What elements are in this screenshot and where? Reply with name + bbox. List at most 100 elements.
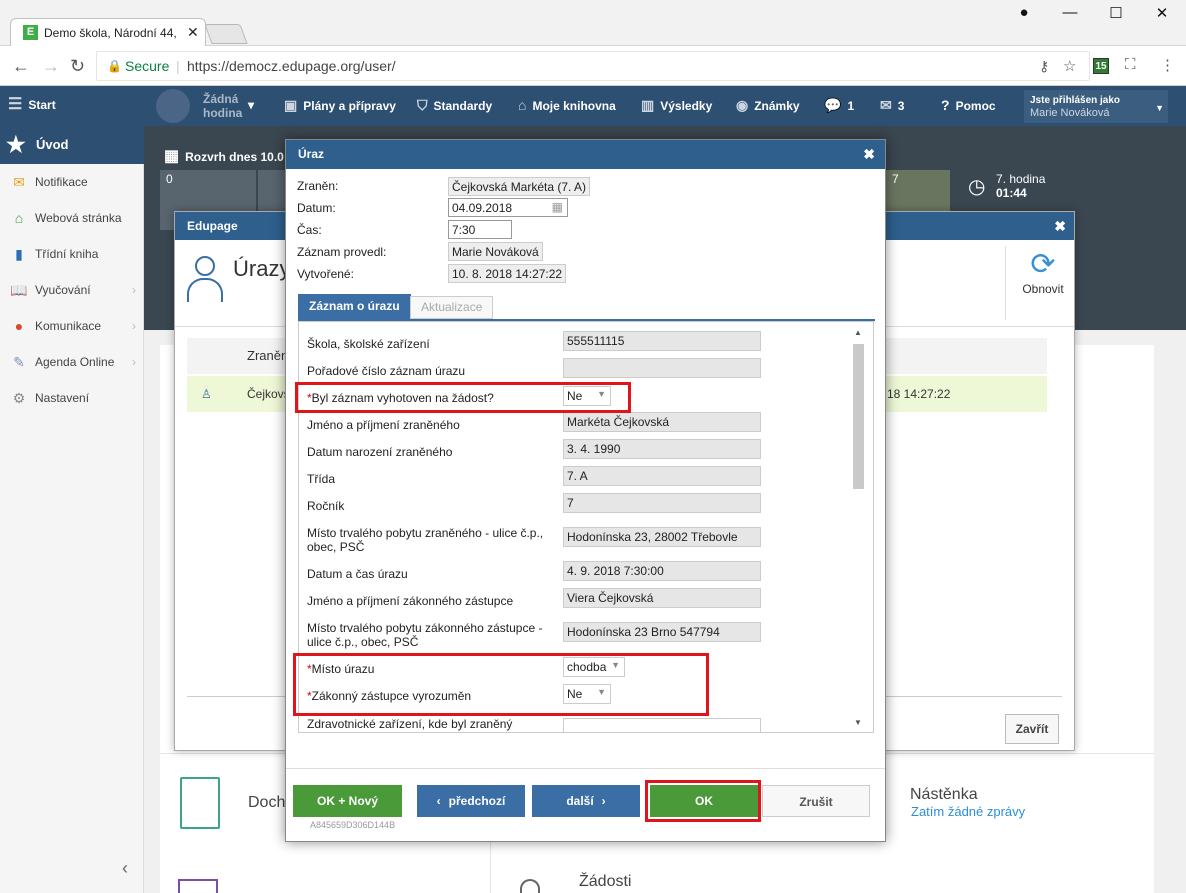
zastupce-value: Viera Čejkovská (563, 588, 761, 608)
menu-icon[interactable]: ⋮ (1160, 56, 1175, 74)
close-button[interactable]: Zavřít (1005, 714, 1059, 744)
graduation-cap-icon (156, 89, 190, 123)
next-button[interactable]: další › (532, 785, 640, 817)
briefcase-icon: ▣ (284, 97, 298, 113)
app-top-nav: ☰ Start Žádná hodina ▾ ▣ Plány a přípravy … (0, 86, 1186, 126)
sidebar-item-uvod[interactable]: ★ Úvod (0, 126, 144, 164)
document-icon (178, 879, 218, 893)
sidebar-item-notifikace[interactable]: ✉ Notifikace (0, 164, 144, 200)
browser-tabstrip: E Demo škola, Národní 44, ✕ ● — ☐ ✕ (0, 0, 1186, 47)
new-tab-button[interactable] (204, 24, 248, 44)
url-text: https://democz.edupage.org/user/ (187, 58, 396, 74)
tab-title: Demo škola, Národní 44, (44, 26, 177, 40)
znamky-link[interactable]: ◉ Známky (736, 86, 800, 126)
sidebar-item-vyucovani[interactable]: 📖 Vyučování › (0, 272, 144, 308)
calendar-icon: ▦ (164, 148, 180, 165)
narozeni-value: 3. 4. 1990 (563, 439, 761, 459)
person-icon: ♙ (201, 387, 212, 401)
datumcas-value: 4. 9. 2018 7:30:00 (563, 561, 761, 581)
chat-bubble-icon: 💬 (824, 97, 842, 113)
start-button[interactable]: ☰ Start (8, 86, 56, 126)
key-icon[interactable]: ⚷ (1039, 58, 1049, 75)
zdrav-input[interactable] (563, 718, 761, 732)
gear-icon: ⚙ (12, 390, 26, 406)
tile-dochazka[interactable]: Doch (248, 794, 285, 812)
reload-icon[interactable]: ↻ (70, 56, 85, 77)
star-icon: ★ (6, 132, 26, 157)
user-menu[interactable]: Jste přihlášen jako Marie Nováková ▼ (1024, 90, 1168, 123)
close-icon[interactable]: ✖ (1054, 212, 1066, 240)
tab-aktualizace[interactable]: Aktualizace (410, 296, 494, 319)
sidebar-item-komunikace[interactable]: ● Komunikace › (0, 308, 144, 344)
refresh-icon: ⟳ (1030, 248, 1056, 281)
poradove-value (563, 358, 761, 378)
sidebar-item-nastaveni[interactable]: ⚙ Nastavení (0, 380, 144, 416)
tile-zadosti[interactable]: Žádosti (579, 873, 631, 891)
knihovna-link[interactable]: ⌂ Moje knihovna (518, 86, 616, 126)
ok-new-button[interactable]: OK + Nový (293, 785, 402, 817)
maximize-button[interactable]: ☐ (1094, 4, 1138, 26)
attendance-icon (180, 777, 220, 829)
profile-icon[interactable]: ● (1002, 4, 1046, 26)
record-code: A845659D306D144B (310, 820, 396, 830)
sidebar-item-agenda-online[interactable]: ✎ Agenda Online › (0, 344, 144, 380)
chevron-right-icon: › (601, 794, 606, 808)
chevron-right-icon: › (132, 355, 136, 369)
pobyt2-value: Hodonínska 23 Brno 547794 (563, 622, 761, 642)
provedl-value: Marie Nováková (448, 242, 543, 261)
collapse-chevron-icon[interactable]: ‹ (122, 858, 128, 879)
bar-chart-icon: ▥ (641, 97, 655, 113)
sidebar-item-tridni-kniha[interactable]: ▮ Třídní kniha (0, 236, 144, 272)
cancel-button[interactable]: Zrušit (762, 785, 870, 817)
refresh-button[interactable]: ⟳ Obnovit (1015, 248, 1071, 296)
close-window-button[interactable]: ✕ (1140, 4, 1184, 26)
pobyt-value: Hodonínska 23, 28002 Třebovle (563, 527, 761, 547)
pen-icon: ✎ (13, 354, 25, 370)
cas-input[interactable]: 7:30 (448, 220, 512, 239)
close-icon[interactable]: ✖ (863, 140, 875, 169)
highlight-ok (645, 780, 761, 822)
zranen-label: Zraněn: (297, 179, 339, 193)
tile-nastenka[interactable]: Nástěnka (910, 786, 978, 804)
datum-input[interactable]: 04.09.2018 ▦ (448, 198, 568, 217)
secure-label: Secure (125, 58, 170, 74)
sidebar-item-webova-stranka[interactable]: ⌂ Webová stránka (0, 200, 144, 236)
vysledky-link[interactable]: ▥ Výsledky (641, 86, 712, 126)
injury-person-icon (185, 256, 225, 304)
nastenka-empty: Zatím žádné zprávy (911, 804, 1026, 819)
chevron-left-icon: ‹ (436, 794, 441, 808)
forward-icon[interactable]: → (42, 56, 60, 77)
plany-link[interactable]: ▣ Plány a přípravy (284, 86, 396, 126)
chevron-right-icon: › (132, 319, 136, 333)
tab-close-icon[interactable]: ✕ (187, 24, 199, 41)
envelope-icon: ✉ (880, 97, 892, 113)
lesson-selector[interactable]: Žádná hodina (203, 92, 245, 122)
scrollbar-thumb[interactable] (853, 344, 864, 489)
back-icon[interactable]: ← (12, 56, 30, 77)
messages-link[interactable]: 💬 1 (824, 86, 854, 126)
standardy-link[interactable]: ⛉ Standardy (417, 86, 492, 126)
scroll-down-icon[interactable]: ▼ (854, 718, 862, 727)
home-icon: ⌂ (14, 210, 24, 226)
library-icon: ⌂ (518, 97, 527, 113)
chat-icon: ● (14, 318, 24, 334)
vytvorene-value: 10. 8. 2018 14:27:22 (448, 264, 567, 283)
pobyt2-label: Místo trvalého pobytu zákonného zástupce… (307, 621, 543, 649)
previous-button[interactable]: ‹ předchozí (417, 785, 525, 817)
scroll-up-icon[interactable]: ▲ (854, 328, 862, 337)
browser-tab[interactable]: E Demo škola, Národní 44, ✕ (10, 18, 206, 47)
chevron-down-icon[interactable]: ▾ (248, 86, 254, 126)
url-bar[interactable]: 🔒 Secure | https://democz.edupage.org/us… (96, 51, 1090, 81)
current-lesson: ◷ 7. hodina 01:44 (968, 172, 1046, 200)
chevron-down-icon: ▼ (1155, 103, 1164, 113)
edupage-favicon: E (23, 25, 38, 40)
tab-zaznam[interactable]: Záznam o úrazu (298, 294, 411, 320)
minimize-button[interactable]: — (1048, 4, 1092, 26)
pomoc-link[interactable]: ? Pomoc (941, 86, 996, 126)
book-icon: ▮ (15, 246, 23, 262)
mail-link[interactable]: ✉ 3 (880, 86, 904, 126)
star-icon[interactable]: ☆ (1063, 57, 1076, 75)
extension-icon[interactable]: 15 (1093, 58, 1109, 74)
screenshot-icon[interactable]: ⛶ (1125, 56, 1136, 73)
calendar-icon[interactable]: ▦ (552, 200, 563, 214)
